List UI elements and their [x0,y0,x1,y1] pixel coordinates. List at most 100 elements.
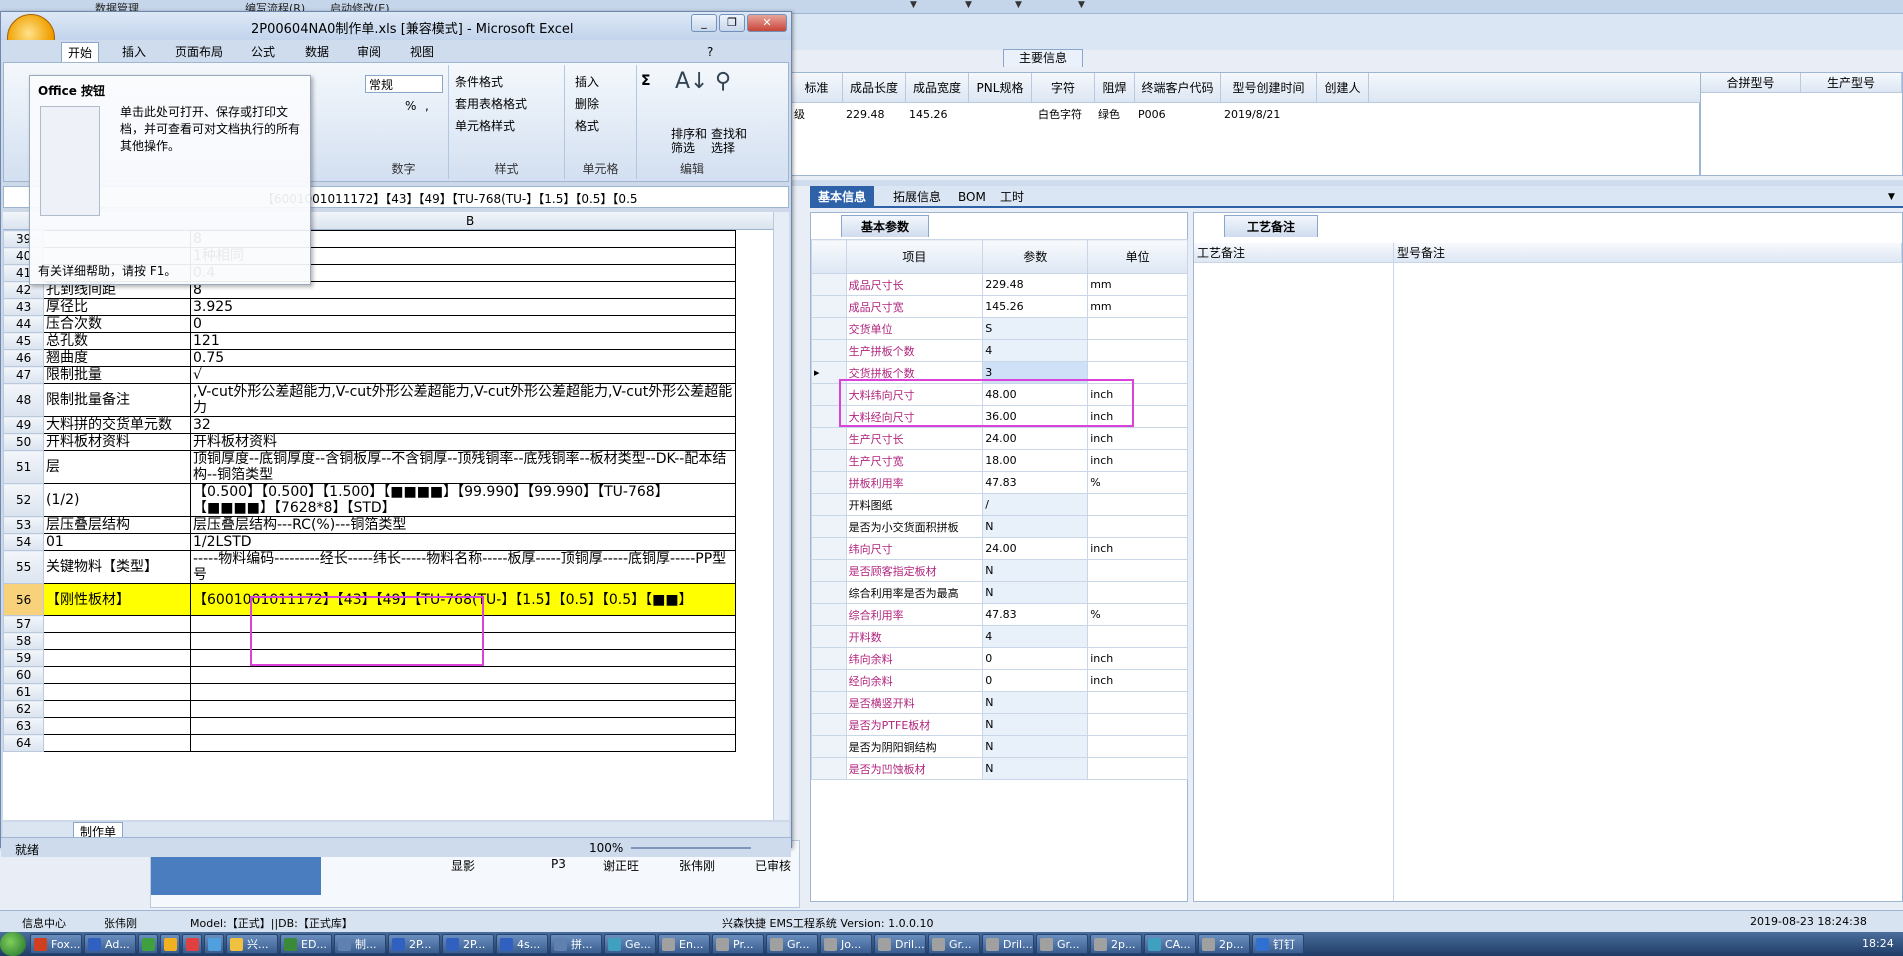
row-number[interactable]: 58 [3,632,44,650]
taskbar-item[interactable] [138,934,158,954]
param-value[interactable]: S [982,317,1089,340]
cell-b[interactable]: 层压叠层结构---RC(%)---铜箔类型 [190,516,736,534]
param-value[interactable]: N [982,691,1089,714]
taskbar-item[interactable]: Jo... [820,934,872,954]
cell-a[interactable]: 翘曲度 [43,349,191,367]
sheet-row[interactable]: 54 01 1/2LSTD [3,533,736,551]
taskbar-item[interactable]: Gr... [766,934,818,954]
col-header[interactable]: 生产型号 [1801,73,1902,93]
help-icon[interactable]: ? [701,42,719,62]
dropdown-arrow-icon[interactable]: ▼ [910,0,917,10]
row-number[interactable]: 47 [3,366,44,384]
cell-b[interactable]: 1/2LSTD [190,533,736,551]
tab-insert[interactable]: 插入 [116,42,152,62]
param-unit[interactable]: inch [1087,537,1188,560]
param-unit[interactable] [1087,625,1188,648]
param-item[interactable]: 综合利用率是否为最高 [845,581,984,604]
cell-a[interactable]: (1/2) [43,483,191,517]
taskbar-item[interactable]: CA... [1144,934,1196,954]
param-unit[interactable]: mm [1087,295,1188,318]
taskbar-item[interactable] [204,934,224,954]
sheet-row[interactable]: 46 翘曲度 0.75 [3,349,736,367]
row-number[interactable]: 56 [3,583,44,616]
param-item[interactable]: 成品尺寸长 [845,273,984,296]
col-header[interactable]: 合拼型号 [1701,73,1801,93]
cell-a[interactable]: 大料拼的交货单元数 [43,416,191,434]
param-item[interactable]: 纬向余料 [845,647,984,670]
taskbar-item[interactable]: 4s... [496,934,548,954]
col-header-model-remark[interactable]: 型号备注 [1394,243,1902,263]
cell-b[interactable]: ,V-cut外形公差超能力,V-cut外形公差超能力,V-cut外形公差超能力,… [190,383,736,417]
param-row[interactable]: 成品尺寸宽 145.26 mm [811,295,1188,318]
taskbar-item[interactable]: 2P... [388,934,440,954]
param-value[interactable]: N [982,581,1089,604]
sheet-row[interactable]: 45 总孔数 121 [3,332,736,350]
param-value[interactable]: N [982,515,1089,538]
taskbar-item[interactable]: Gr... [928,934,980,954]
vertical-scrollbar[interactable] [773,212,789,820]
param-row[interactable]: 纬向余料 0 inch [811,647,1188,670]
param-value[interactable]: 47.83 [982,471,1089,494]
cell-b[interactable]: √ [190,366,736,384]
cell-b[interactable] [190,683,736,701]
insert-cells-button[interactable]: 插入 [575,73,599,90]
row-number[interactable]: 52 [3,483,44,517]
param-value[interactable]: 24.00 [982,427,1089,450]
tab-page-layout[interactable]: 页面布局 [169,42,229,62]
cell-a[interactable] [43,734,191,752]
param-unit[interactable]: % [1087,471,1188,494]
param-row[interactable]: 纬向尺寸 24.00 inch [811,537,1188,560]
taskbar-item[interactable]: 2P... [442,934,494,954]
percent-button[interactable]: % [405,99,416,113]
sheet-row[interactable]: 53 层压叠层结构 层压叠层结构---RC(%)---铜箔类型 [3,516,736,534]
find-select-button[interactable]: 查找和 选择 [711,127,747,155]
row-number[interactable]: 60 [3,666,44,684]
taskbar-item[interactable]: Fox... [30,934,82,954]
cell-a[interactable] [43,649,191,667]
cell-a[interactable]: 【刚性板材】 [43,583,191,616]
cell-b[interactable]: 0 [190,315,736,333]
cell-b[interactable]: -----物料编码---------经长-----纬长-----物料名称----… [190,550,736,584]
tab-work-hours[interactable]: 工时 [992,186,1032,208]
comma-button[interactable]: , [425,99,429,113]
col-header[interactable]: PNL规格 [969,73,1032,103]
col-header-process-remark[interactable]: 工艺备注 [1194,243,1394,263]
subtab-process-remark[interactable]: 工艺备注 [1224,215,1318,237]
zoom-slider[interactable] [631,847,751,849]
dropdown-arrow-icon[interactable]: ▼ [1015,0,1022,10]
param-item[interactable]: 生产尺寸宽 [845,449,984,472]
cell-b[interactable]: 【0.500】【0.500】【1.500】【■■■■】【99.990】【99.9… [190,483,736,517]
param-value[interactable]: 4 [982,625,1089,648]
param-unit[interactable] [1087,515,1188,538]
summary-cell[interactable]: 145.26 [906,104,948,126]
sheet-row[interactable]: 47 限制批量 √ [3,366,736,384]
param-value[interactable]: 47.83 [982,603,1089,626]
cell-a[interactable]: 压合次数 [43,315,191,333]
taskbar-item[interactable]: 兴... [226,934,278,954]
param-item[interactable]: 综合利用率 [845,603,984,626]
cell-b[interactable]: 0.75 [190,349,736,367]
param-value[interactable]: / [982,493,1089,516]
col-header[interactable]: 阻焊 [1095,73,1135,103]
minimize-button[interactable]: _ [691,14,717,32]
summary-cell[interactable]: 白色字符 [1035,104,1082,126]
cell-a[interactable]: 厚径比 [43,298,191,316]
cell-a[interactable] [43,717,191,735]
param-row[interactable]: 是否为凹蚀板材 N [811,757,1188,780]
param-row[interactable]: 是否横竖开料 N [811,691,1188,714]
sheet-row[interactable]: 44 压合次数 0 [3,315,736,333]
param-item[interactable]: 是否横竖开料 [845,691,984,714]
cell-a[interactable] [43,683,191,701]
cell-a[interactable] [43,700,191,718]
param-value[interactable]: N [982,559,1089,582]
excel-titlebar[interactable]: 2P00604NA0制作单.xls [兼容模式] - Microsoft Exc… [1,12,791,40]
row-number[interactable]: 50 [3,433,44,451]
start-button[interactable] [0,932,26,956]
cell-b[interactable]: 121 [190,332,736,350]
param-item[interactable]: 生产拼板个数 [845,339,984,362]
collapse-arrow-icon[interactable]: ▼ [1880,186,1903,208]
param-unit[interactable] [1087,691,1188,714]
summary-cell[interactable]: P006 [1135,104,1166,126]
cell-a[interactable] [43,666,191,684]
param-item[interactable]: 交货单位 [845,317,984,340]
